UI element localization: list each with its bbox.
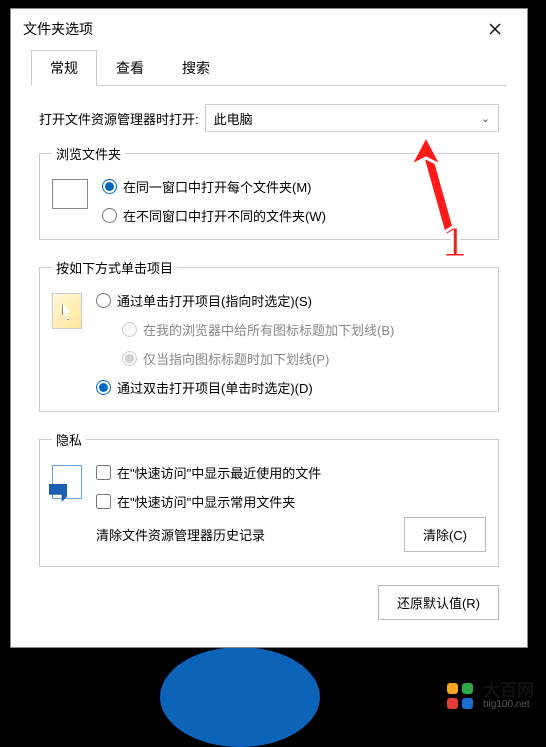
click-items-icon [52, 293, 82, 329]
dropdown-value: 此电脑 [214, 109, 253, 128]
folder-options-window: 文件夹选项 常规 查看 搜索 打开文件资源管理器时打开: 此电脑 ⌄ 浏览文件夹 [10, 8, 528, 648]
tab-strip: 常规 查看 搜索 [31, 49, 507, 86]
window-title: 文件夹选项 [23, 19, 93, 39]
browse-folders-icon [52, 179, 88, 209]
chevron-down-icon: ⌄ [481, 112, 490, 125]
click-items-group: 按如下方式单击项目 通过单击打开项目(指向时选定)(S) 在我的浏览器中给所有图… [39, 258, 499, 412]
clear-button[interactable]: 清除(C) [404, 517, 486, 552]
radio-label: 仅当指向图标标题时加下划线(P) [143, 349, 329, 368]
close-icon [489, 23, 501, 35]
checkbox-frequent-folders[interactable] [96, 494, 111, 509]
tab-content: 打开文件资源管理器时打开: 此电脑 ⌄ 浏览文件夹 在同一窗口中打开每个文件夹(… [11, 86, 527, 632]
checkbox-label: 在"快速访问"中显示最近使用的文件 [117, 463, 321, 482]
radio-underline-point [122, 351, 137, 366]
radio-underline-all [122, 322, 137, 337]
background-decoration [160, 647, 320, 747]
radio-diff-window[interactable] [102, 208, 117, 223]
radio-label: 在同一窗口中打开每个文件夹(M) [123, 177, 312, 196]
browse-folders-group: 浏览文件夹 在同一窗口中打开每个文件夹(M) 在不同窗口中打开不同的文件夹(W) [39, 144, 499, 240]
radio-single-click[interactable] [96, 293, 111, 308]
click-legend: 按如下方式单击项目 [52, 258, 177, 277]
privacy-chk-frequent[interactable]: 在"快速访问"中显示常用文件夹 [96, 492, 486, 511]
radio-label: 在我的浏览器中给所有图标标题加下划线(B) [143, 320, 394, 339]
radio-same-window[interactable] [102, 179, 117, 194]
titlebar: 文件夹选项 [11, 9, 527, 49]
radio-label: 通过单击打开项目(指向时选定)(S) [117, 291, 312, 310]
tab-general[interactable]: 常规 [31, 50, 97, 86]
click-sub-all-underline: 在我的浏览器中给所有图标标题加下划线(B) [122, 320, 486, 339]
browse-legend: 浏览文件夹 [52, 144, 125, 163]
clear-history-row: 清除文件资源管理器历史记录 清除(C) [96, 517, 486, 552]
privacy-legend: 隐私 [52, 430, 86, 449]
tab-view[interactable]: 查看 [97, 50, 163, 86]
watermark-logo-icon [445, 681, 475, 711]
open-explorer-row: 打开文件资源管理器时打开: 此电脑 ⌄ [39, 104, 499, 132]
click-sub-point-underline: 仅当指向图标标题时加下划线(P) [122, 349, 486, 368]
checkbox-label: 在"快速访问"中显示常用文件夹 [117, 492, 295, 511]
watermark-url: big100.net [483, 700, 534, 711]
open-explorer-label: 打开文件资源管理器时打开: [39, 109, 199, 128]
checkbox-recent-files[interactable] [96, 465, 111, 480]
tab-search[interactable]: 搜索 [163, 50, 229, 86]
privacy-chk-recent[interactable]: 在"快速访问"中显示最近使用的文件 [96, 463, 486, 482]
click-opt-double[interactable]: 通过双击打开项目(单击时选定)(D) [96, 378, 486, 397]
browse-opt-same-window[interactable]: 在同一窗口中打开每个文件夹(M) [102, 177, 486, 196]
watermark-name: 大百网 [483, 682, 534, 700]
watermark: 大百网 big100.net [445, 681, 534, 711]
close-button[interactable] [475, 14, 515, 44]
restore-defaults-button[interactable]: 还原默认值(R) [378, 585, 499, 620]
privacy-icon [52, 465, 82, 499]
radio-double-click[interactable] [96, 380, 111, 395]
open-explorer-dropdown[interactable]: 此电脑 ⌄ [205, 104, 499, 132]
radio-label: 通过双击打开项目(单击时选定)(D) [117, 378, 313, 397]
click-opt-single[interactable]: 通过单击打开项目(指向时选定)(S) [96, 291, 486, 310]
radio-label: 在不同窗口中打开不同的文件夹(W) [123, 206, 326, 225]
restore-row: 还原默认值(R) [39, 585, 499, 620]
clear-history-label: 清除文件资源管理器历史记录 [96, 525, 265, 544]
browse-opt-diff-window[interactable]: 在不同窗口中打开不同的文件夹(W) [102, 206, 486, 225]
privacy-group: 隐私 在"快速访问"中显示最近使用的文件 在"快速访问"中显示常用文件夹 清除文… [39, 430, 499, 567]
